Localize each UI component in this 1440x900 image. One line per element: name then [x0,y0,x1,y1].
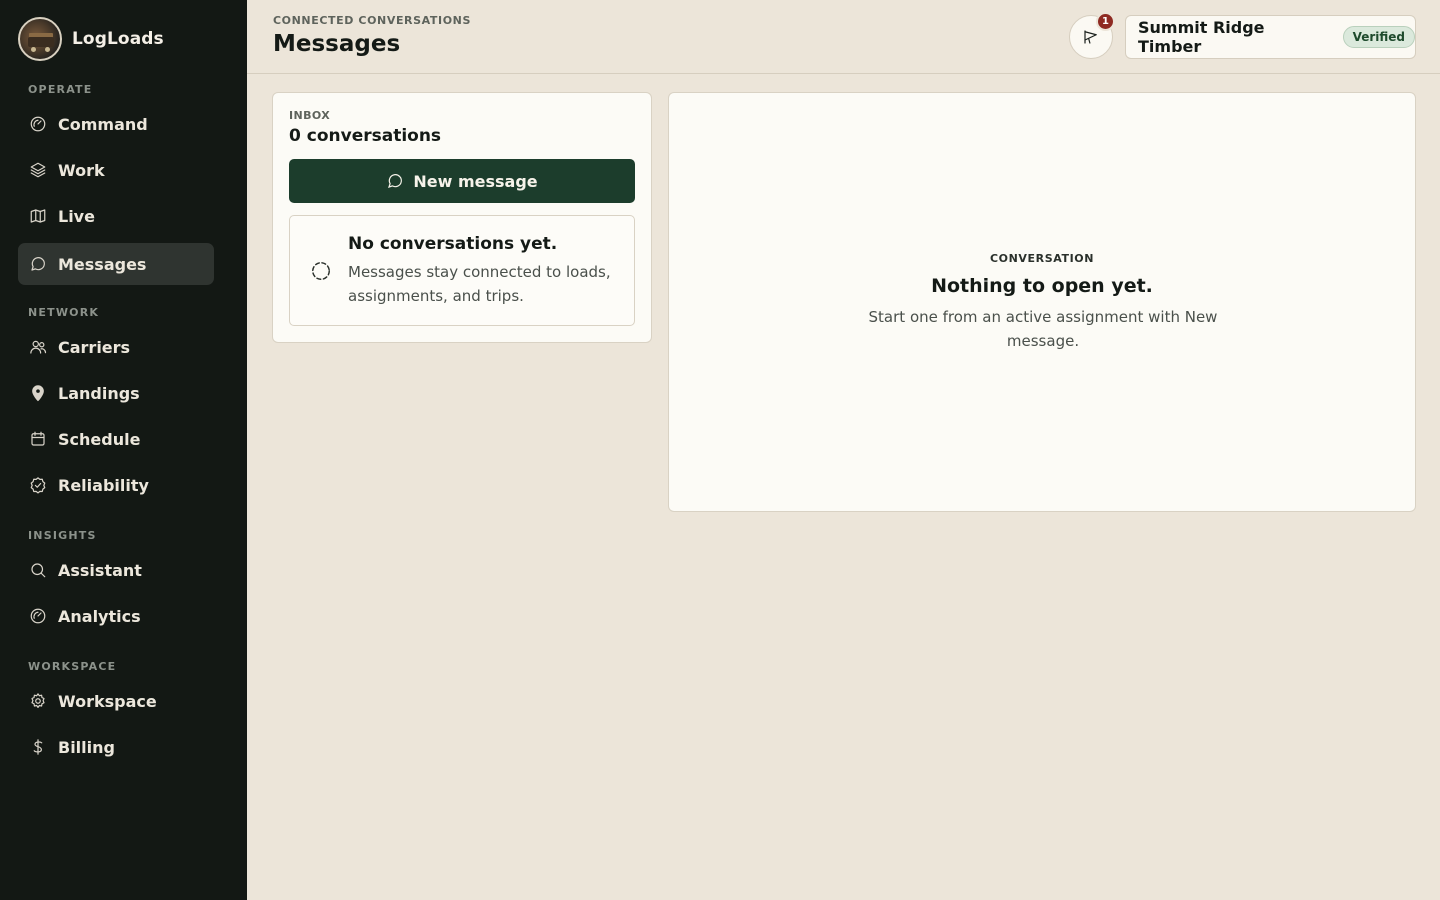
inbox-panel: INBOX 0 conversations New message No con… [272,92,652,343]
sidebar-item-label: Assistant [58,560,142,580]
chat-icon [388,174,403,188]
inbox-label: INBOX [289,109,331,122]
brand-logo [18,17,62,61]
nav-section-workspace: WORKSPACE [28,660,117,673]
sidebar-item-reliability[interactable]: Reliability [18,464,214,506]
sidebar-item-label: Work [58,160,105,180]
conversation-count: 0 conversations [289,126,442,146]
conversation-empty-title: Nothing to open yet. [931,275,1153,297]
chat-icon [28,254,48,274]
page-title: Messages [273,31,401,57]
users-icon [28,337,48,357]
sidebar-item-label: Carriers [58,337,131,357]
sidebar-item-label: Billing [58,737,115,757]
sidebar-item-assistant[interactable]: Assistant [18,549,214,591]
page-eyebrow: CONNECTED CONVERSATIONS [273,14,471,27]
org-switcher[interactable]: Summit Ridge Timber Verified [1125,15,1416,59]
megaphone-icon [1082,28,1100,46]
top-header: CONNECTED CONVERSATIONS Messages 1 Summi… [247,0,1440,74]
new-message-button[interactable]: New message [289,159,635,203]
map-icon [28,206,48,226]
sidebar-item-schedule[interactable]: Schedule [18,418,214,460]
empty-state-description: Messages stay connected to loads, assign… [348,263,611,305]
sidebar-item-label: Schedule [58,429,141,449]
brand[interactable]: LogLoads [18,17,164,61]
sidebar-item-work[interactable]: Work [18,149,214,191]
sidebar: LogLoads OPERATE Command Work Live Messa… [0,0,247,900]
badge-check-icon [28,475,48,495]
gauge-icon [28,606,48,626]
sidebar-item-label: Messages [58,254,147,274]
dollar-icon [28,737,48,757]
conversation-empty-description: Start one from an active assignment with… [868,308,1218,350]
sidebar-item-messages[interactable]: Messages [18,243,214,285]
nav-section-operate: OPERATE [28,83,93,96]
sidebar-item-analytics[interactable]: Analytics [18,595,214,637]
sidebar-item-billing[interactable]: Billing [18,726,214,768]
verified-badge: Verified [1342,26,1415,48]
nav-section-network: NETWORK [28,306,100,319]
layers-icon [28,160,48,180]
loader-dashed-icon [310,260,332,282]
search-icon [28,560,48,580]
sidebar-item-label: Landings [58,383,140,403]
conversation-label: CONVERSATION [989,252,1095,265]
conversation-panel: CONVERSATION Nothing to open yet. Start … [668,92,1416,512]
gauge-icon [28,114,48,134]
nav-section-insights: INSIGHTS [28,529,97,542]
sidebar-item-label: Live [58,206,95,226]
sidebar-item-label: Reliability [58,475,149,495]
sidebar-item-label: Command [58,114,148,134]
empty-state-card: No conversations yet. Messages stay conn… [289,215,635,326]
new-message-label: New message [413,171,538,191]
map-pin-icon [28,383,48,403]
sidebar-item-live[interactable]: Live [18,195,214,237]
sidebar-item-workspace[interactable]: Workspace [18,680,214,722]
sidebar-item-label: Workspace [58,691,157,711]
sidebar-item-carriers[interactable]: Carriers [18,326,214,368]
org-name: Summit Ridge Timber [1138,18,1265,56]
sidebar-item-command[interactable]: Command [18,103,214,145]
notification-count-badge: 1 [1096,12,1115,31]
empty-state-title: No conversations yet. [348,234,558,254]
gear-icon [28,691,48,711]
sidebar-item-landings[interactable]: Landings [18,372,214,414]
calendar-icon [28,429,48,449]
brand-name: LogLoads [72,29,164,49]
sidebar-item-label: Analytics [58,606,141,626]
